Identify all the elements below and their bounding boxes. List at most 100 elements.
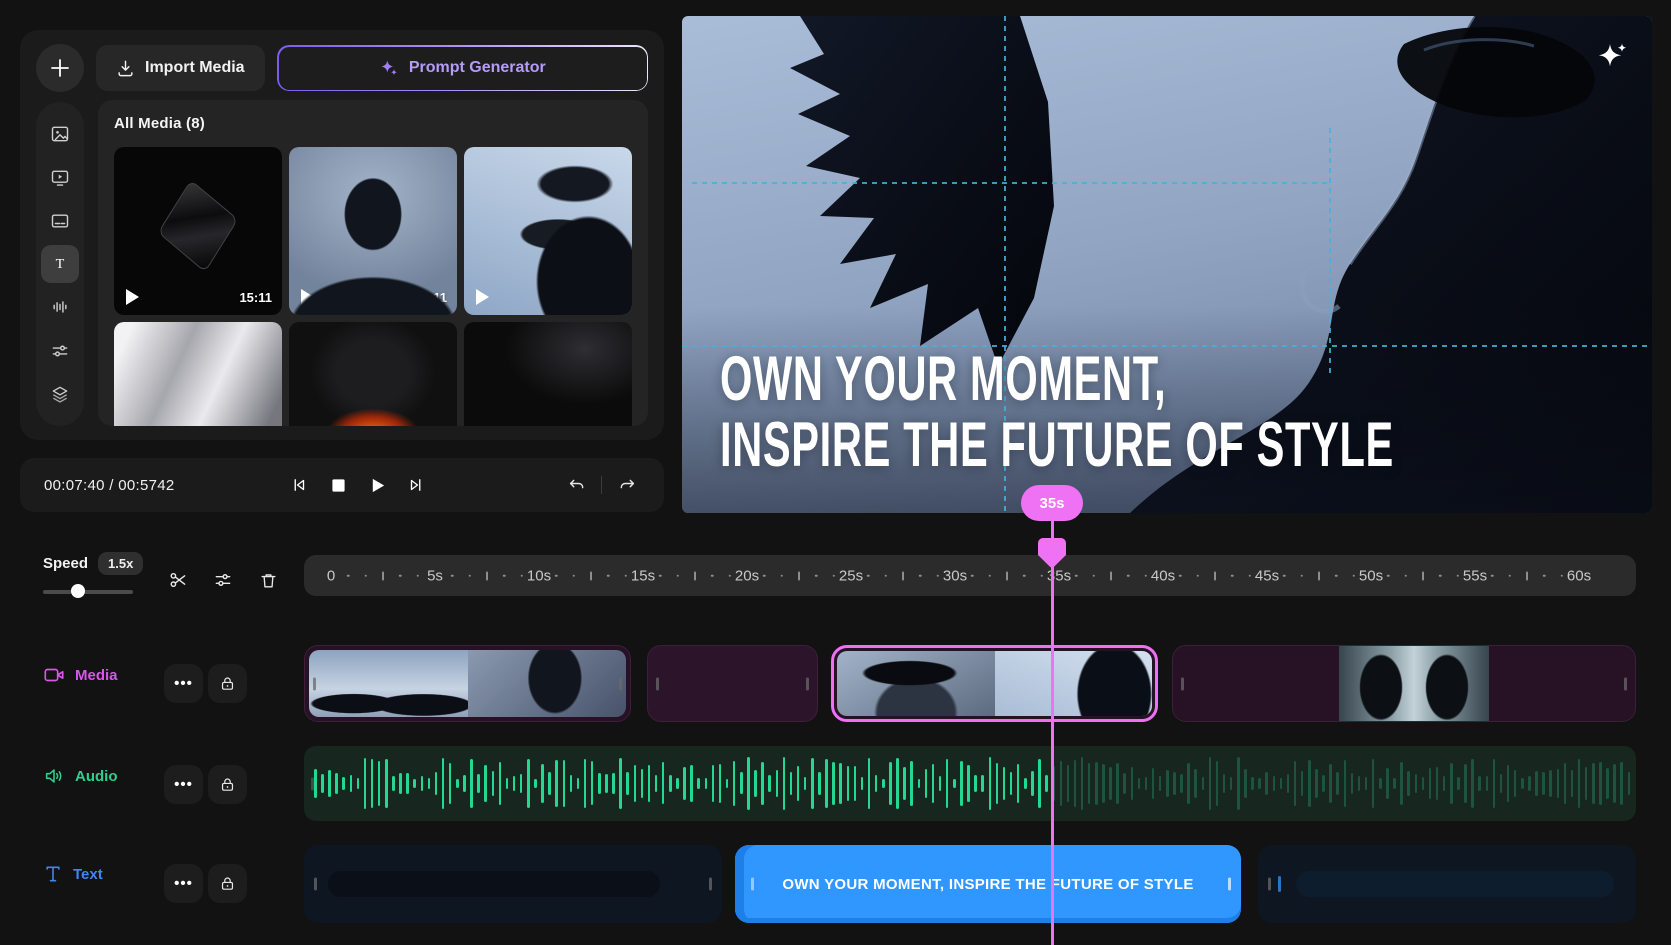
tab-videos[interactable] [41,159,79,197]
text-track-lock-button[interactable] [208,864,247,903]
text-clip-1[interactable] [304,845,722,923]
tab-text[interactable]: T [41,245,79,283]
waveform-bar [534,779,537,789]
speed-slider[interactable] [43,585,133,597]
stop-button[interactable] [327,474,349,496]
waveform-bar [932,764,935,802]
waveform-bar [690,765,693,803]
waveform-bar [1351,773,1354,794]
ai-sparkle-icon[interactable] [1596,42,1630,72]
ruler-tick [1300,574,1303,577]
waveform-bar [889,762,892,805]
media-thumbnail-portrait[interactable]: 15:11 [289,147,457,315]
waveform-bar [946,759,949,807]
trim-handle-right[interactable] [709,878,712,891]
waveform-bar [492,771,495,796]
playhead-line[interactable] [1051,519,1054,945]
trim-handle-right[interactable] [619,677,622,690]
media-thumbnail-vr[interactable]: 15:11 [464,147,632,315]
ruler-tick [1196,574,1199,577]
speed-control: Speed 1.5x [43,552,143,575]
trim-handle-left[interactable] [1268,878,1271,891]
waveform-bar [1500,774,1503,793]
waveform-bar [1585,767,1588,800]
audio-clip[interactable] [304,746,1636,821]
ruler-tick [1352,574,1355,577]
media-clip-1[interactable] [304,645,631,722]
ruler-tick [1508,574,1511,577]
text-clip-3[interactable] [1258,845,1636,923]
trim-handle-left[interactable] [751,878,754,891]
tab-captions[interactable] [41,202,79,240]
waveform-bar [477,774,480,794]
slider-knob[interactable] [71,584,85,598]
trim-handle-left[interactable] [313,677,316,690]
media-track-lock-button[interactable] [208,664,247,703]
audio-track-lock-button[interactable] [208,765,247,804]
waveform-bar [1620,762,1623,805]
waveform-bar [1081,757,1084,810]
media-thumbnail-dark[interactable] [464,322,632,426]
waveform-bar [1294,761,1297,805]
skip-start-button[interactable] [288,474,310,496]
ruler-tick [520,574,523,577]
waveform-bar [506,778,509,788]
trim-handle-left[interactable] [1181,677,1184,690]
audio-track-menu-button[interactable]: ••• [164,765,203,804]
trim-handle-left[interactable] [656,677,659,690]
playhead-marker[interactable] [1038,538,1066,568]
undo-button[interactable] [565,474,587,496]
tab-adjust[interactable] [41,332,79,370]
ruler-tick [728,574,731,577]
redo-button[interactable] [616,474,638,496]
trim-handle-left[interactable] [314,878,317,891]
tab-audio[interactable] [41,288,79,326]
play-icon [126,289,139,305]
waveform-bar [996,763,999,805]
skip-end-button[interactable] [405,474,427,496]
waveform-bar [385,759,388,809]
text-track-icon [43,864,63,884]
trim-handle-right[interactable] [806,677,809,690]
media-thumbnail-cube[interactable]: 15:11 [114,147,282,315]
video-player-icon [50,168,70,188]
media-clip-3-selected[interactable] [831,645,1158,722]
waveform-bar [1514,770,1517,797]
tab-images[interactable] [41,115,79,153]
import-media-button[interactable]: Import Media [96,45,265,91]
add-button[interactable] [36,44,84,92]
trim-handle-right[interactable] [1624,677,1627,690]
media-clip-2[interactable] [647,645,818,722]
keyframe-marker[interactable] [1278,876,1281,892]
ruler-tick [607,574,610,577]
clip-duration: 15:11 [589,290,622,305]
ruler-tick [1231,574,1234,577]
delete-button[interactable] [253,565,283,595]
transport-bar: 00:07:40 / 00:5742 [20,458,664,512]
split-button[interactable] [163,565,193,595]
video-preview[interactable]: OWN YOUR MOMENT, INSPIRE THE FUTURE OF S… [682,16,1652,513]
timeline-ruler[interactable]: 05s10s15s20s25s30s35s40s45s50s55s60s [304,555,1636,596]
waveform-bar [392,776,395,790]
ruler-tick [1144,574,1147,577]
trim-handle-right[interactable] [1228,878,1231,891]
media-thumbnail-chrome[interactable] [114,322,282,426]
waveform-bar [1606,768,1609,799]
text-track-menu-button[interactable]: ••• [164,864,203,903]
playhead-time-badge[interactable]: 35s [1021,485,1083,521]
library-toolbar: Import Media Prompt Generator [36,44,648,92]
waveform-bar [1628,772,1631,794]
ruler-tick-label: 55s [1463,567,1487,584]
text-clip-2-active[interactable]: OWN YOUR MOMENT, INSPIRE THE FUTURE OF S… [735,845,1241,923]
tab-layers[interactable] [41,375,79,413]
media-clip-4[interactable] [1172,645,1636,722]
adjust-button[interactable] [208,565,238,595]
play-button[interactable] [366,474,388,496]
waveform-bar [1010,772,1013,796]
ruler-tick-label: 20s [735,567,759,584]
media-track-menu-button[interactable]: ••• [164,664,203,703]
ruler-tick [1075,574,1078,577]
media-thumbnail-helmet[interactable] [289,322,457,426]
prompt-generator-button[interactable]: Prompt Generator [277,45,648,91]
waveform-icon [50,297,70,317]
